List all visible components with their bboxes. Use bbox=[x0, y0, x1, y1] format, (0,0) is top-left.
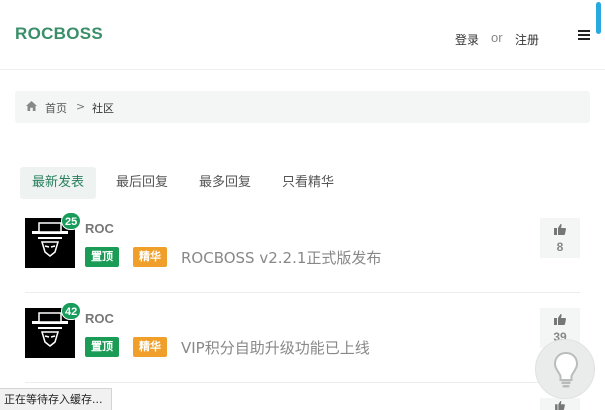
breadcrumb-current: 社区 bbox=[92, 102, 114, 115]
browser-status-bar: 正在等待存入缓存... bbox=[0, 388, 112, 410]
user-level-badge: 42 bbox=[61, 302, 82, 320]
author-name[interactable]: ROC bbox=[85, 311, 114, 326]
top-navbar: ROCBOSS 登录 or 注册 bbox=[0, 0, 605, 70]
page-scrollbar[interactable] bbox=[596, 0, 605, 410]
topic-title[interactable]: ROCBOSS v2.2.1正式版发布 bbox=[181, 247, 381, 268]
topic-row: 42 ROC 置顶 精华 VIP积分自助升级功能已上线 39 bbox=[25, 302, 580, 368]
featured-tag: 精华 bbox=[133, 247, 167, 267]
scrollbar-thumb[interactable] bbox=[596, 2, 601, 34]
login-link[interactable]: 登录 bbox=[455, 31, 479, 48]
vote-button[interactable] bbox=[540, 398, 580, 410]
tab-last-reply[interactable]: 最后回复 bbox=[104, 167, 180, 199]
breadcrumb-home-link[interactable]: 首页 bbox=[45, 100, 67, 116]
vote-button[interactable]: 8 bbox=[540, 218, 580, 258]
tab-most-replies[interactable]: 最多回复 bbox=[187, 167, 263, 199]
row-divider bbox=[25, 382, 580, 383]
thumbs-up-icon bbox=[555, 401, 565, 410]
user-level-badge: 25 bbox=[61, 212, 82, 230]
pinned-tag: 置顶 bbox=[85, 337, 119, 357]
vote-count: 8 bbox=[556, 240, 564, 254]
breadcrumb-separator: > bbox=[76, 100, 86, 113]
hamburger-menu-icon[interactable] bbox=[578, 30, 590, 40]
lightbulb-icon bbox=[553, 351, 579, 388]
topic-title[interactable]: VIP积分自助升级功能已上线 bbox=[181, 337, 370, 358]
floating-tip-button[interactable] bbox=[535, 339, 595, 399]
tab-latest[interactable]: 最新发表 bbox=[20, 167, 97, 199]
topic-row: 25 ROC 置顶 精华 ROCBOSS v2.2.1正式版发布 8 bbox=[25, 212, 580, 278]
register-link[interactable]: 注册 bbox=[515, 31, 539, 48]
author-name[interactable]: ROC bbox=[85, 221, 114, 236]
breadcrumb: 首页 > 社区 bbox=[15, 91, 590, 123]
pinned-tag: 置顶 bbox=[85, 247, 119, 267]
site-logo[interactable]: ROCBOSS bbox=[15, 24, 103, 44]
or-separator: or bbox=[491, 30, 503, 45]
tab-featured-only[interactable]: 只看精华 bbox=[270, 167, 346, 199]
featured-tag: 精华 bbox=[133, 337, 167, 357]
thumbs-up-icon bbox=[554, 314, 566, 325]
row-divider bbox=[25, 292, 580, 293]
home-icon bbox=[26, 101, 37, 111]
thumbs-up-icon bbox=[554, 224, 566, 235]
